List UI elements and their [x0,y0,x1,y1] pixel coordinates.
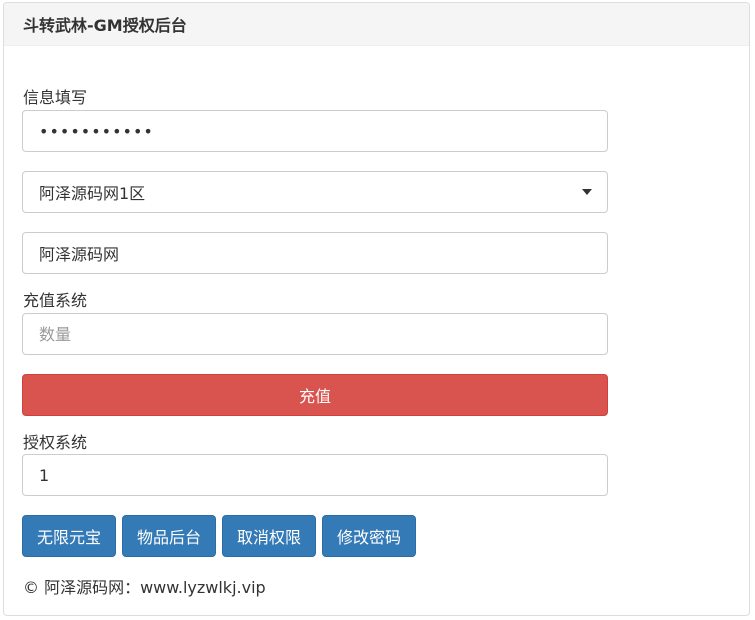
recharge-label: 充值系统 [23,291,88,310]
server-select[interactable]: 阿泽源码网1区 [22,171,608,213]
server-select-value: 阿泽源码网1区 [39,184,146,203]
caret-down-icon [582,189,592,195]
unlimited-yuanbao-button[interactable]: 无限元宝 [22,515,117,557]
items-backend-button[interactable]: 物品后台 [122,515,217,557]
footer-copyright: © 阿泽源码网：www.lyzwlkj.vip [23,578,266,597]
role-name-input[interactable] [22,232,608,274]
page-title: 斗转武林-GM授权后台 [23,16,187,35]
auth-button-row: 无限元宝 物品后台 取消权限 修改密码 [22,515,417,557]
panel-heading: 斗转武林-GM授权后台 [4,3,749,46]
recharge-button[interactable]: 充值 [22,374,608,416]
info-label: 信息填写 [23,88,88,107]
gm-panel: 斗转武林-GM授权后台 信息填写 阿泽源码网1区 充值系统 充值 授权系统 无限… [3,2,750,616]
change-password-button[interactable]: 修改密码 [322,515,417,557]
auth-label: 授权系统 [23,433,88,452]
password-input[interactable] [22,110,608,152]
quantity-input[interactable] [22,313,608,355]
revoke-permission-button[interactable]: 取消权限 [222,515,317,557]
auth-input[interactable] [22,454,608,496]
